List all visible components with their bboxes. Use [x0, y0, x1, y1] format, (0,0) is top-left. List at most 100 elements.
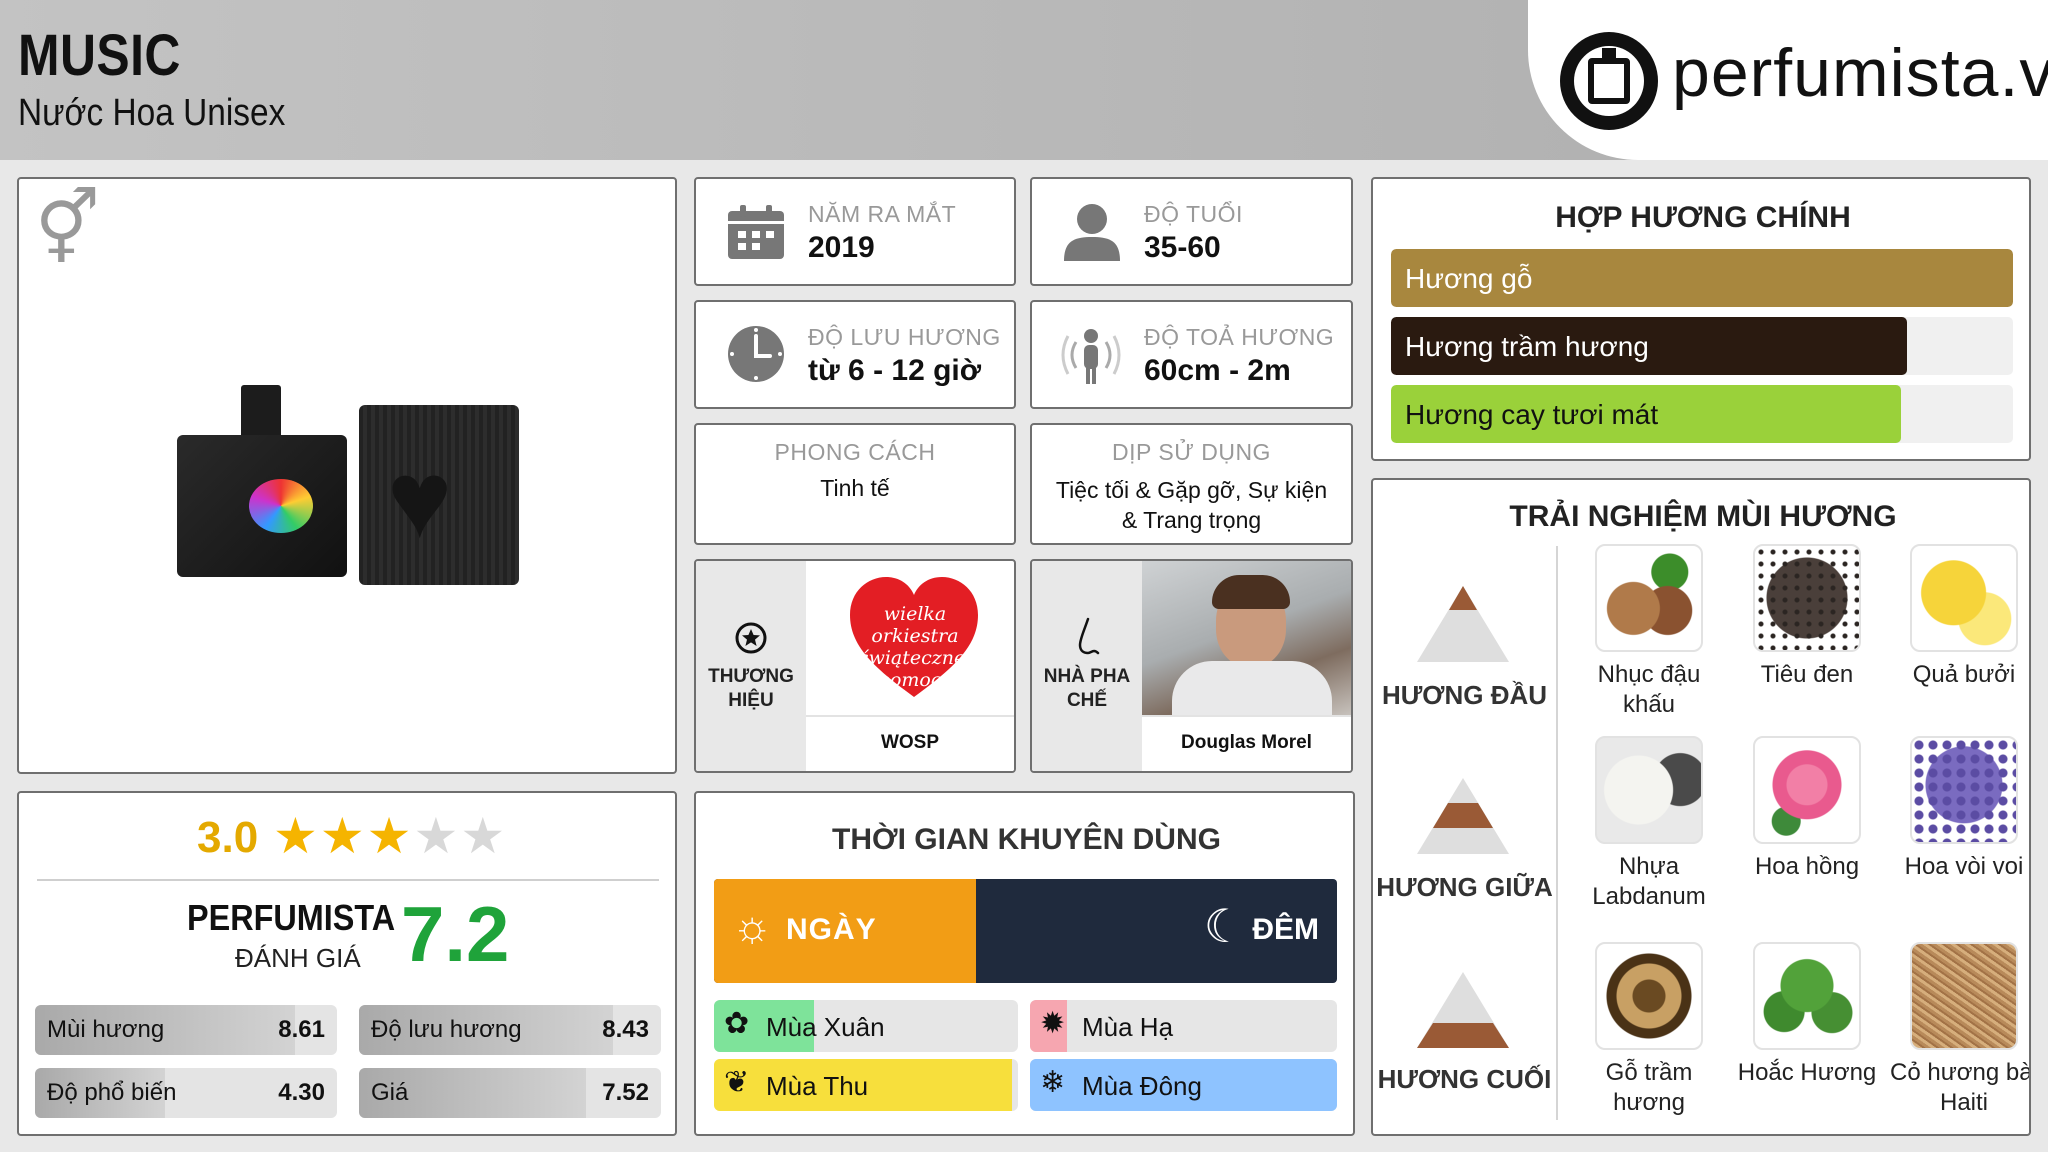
- season-label: Mùa Thu: [766, 1071, 869, 1101]
- note-name: Gỗ trầm hương: [1605, 1059, 1693, 1116]
- tile-label: NĂM RA MẮT: [808, 201, 957, 227]
- tile-value: 60cm - 2m: [1144, 354, 1291, 387]
- accord-label: Hương cay tươi mát: [1405, 399, 1659, 430]
- site-logo-text[interactable]: perfumista.vn: [1672, 34, 2048, 112]
- perfumista-sublabel: ĐÁNH GIÁ: [235, 943, 361, 973]
- clock-icon: [728, 326, 784, 382]
- brand-tile[interactable]: THƯƠNG HIỆU wielka orkiestra świątecznej…: [694, 559, 1016, 773]
- tile-label: ĐỘ LƯU HƯƠNG: [808, 324, 1001, 350]
- snowflake-icon: ❄: [1040, 1066, 1066, 1099]
- metric-label: Độ phổ biến: [47, 1079, 177, 1106]
- day-label: NGÀY: [786, 913, 877, 946]
- tile-label: ĐỘ TUỔI: [1144, 201, 1243, 227]
- accord-label: Hương gỗ: [1405, 263, 1533, 294]
- perfumista-score: 7.2: [401, 890, 510, 978]
- unisex-gender-icon: ⚥: [35, 189, 101, 269]
- season-spring: ✿ Mùa Xuân: [714, 1000, 1018, 1052]
- note-item[interactable]: Gỗ trầm hương: [1574, 942, 1724, 1118]
- projection-person-icon: [1061, 329, 1121, 384]
- season-label: Mùa Hạ: [1082, 1012, 1174, 1042]
- metric-price: Giá 7.52: [359, 1068, 661, 1118]
- metric-popularity: Độ phổ biến 4.30: [35, 1068, 337, 1118]
- longevity-tile: ĐỘ LƯU HƯƠNG từ 6 - 12 giờ: [694, 300, 1016, 409]
- recommended-time-card: THỜI GIAN KHUYÊN DÙNG ☼ NGÀY ☾ ĐÊM ✿ Mùa…: [694, 791, 1355, 1136]
- accord-bar: Hương trầm hương: [1391, 317, 2013, 375]
- tile-value: 35-60: [1144, 231, 1221, 264]
- pyramid-middle-icon: [1417, 778, 1509, 854]
- note-item[interactable]: Hoắc Hương: [1732, 942, 1882, 1088]
- nutmeg-image: [1595, 544, 1703, 652]
- day-night-bar: ☼ NGÀY ☾ ĐÊM: [714, 879, 1337, 983]
- season-summer: ✹ Mùa Hạ: [1030, 1000, 1337, 1052]
- star-empty-icon[interactable]: ★: [413, 808, 460, 864]
- note-name: Hoa vòi voi: [1904, 853, 2024, 880]
- patchouli-image: [1753, 942, 1861, 1050]
- agarwood-image: [1595, 942, 1703, 1050]
- perfumista-label: PERFUMISTA: [187, 897, 396, 938]
- season-label: Mùa Đông: [1082, 1071, 1202, 1101]
- style-tile: PHONG CÁCH Tinh tế: [694, 423, 1016, 545]
- metric-label: Giá: [371, 1079, 409, 1106]
- accord-bar: Hương cay tươi mát: [1391, 385, 2013, 443]
- note-item[interactable]: Quả bưởi: [1889, 544, 2029, 690]
- note-item[interactable]: Nhục đậu khấu Indonesia: [1574, 544, 1724, 724]
- release-year-tile: NĂM RA MẮT 2019: [694, 177, 1016, 286]
- user-icon: [1064, 204, 1120, 261]
- metric-label: Mùi hương: [47, 1016, 165, 1043]
- perfume-bottle-logo-icon[interactable]: [1560, 32, 1658, 130]
- perfumer-name[interactable]: Douglas Morel: [1142, 715, 1351, 771]
- perfumer-tile[interactable]: NHÀ PHA CHẾ Douglas Morel: [1030, 559, 1353, 773]
- note-name: Hoắc Hương: [1737, 1059, 1877, 1086]
- metric-value: 8.43: [602, 1016, 649, 1043]
- moon-icon: ☾: [1203, 900, 1245, 952]
- flower-icon: ✿: [724, 1007, 750, 1040]
- star-rating[interactable]: ★★★★★: [273, 811, 507, 861]
- scent-pyramid-card: TRẢI NGHIỆM MÙI HƯƠNG HƯƠNG ĐẦU HƯƠNG GI…: [1371, 478, 2031, 1136]
- note-name: Hoa hồng: [1754, 853, 1860, 880]
- sillage-tile: ĐỘ TOẢ HƯƠNG 60cm - 2m: [1030, 300, 1353, 409]
- section-title: HỢP HƯƠNG CHÍNH: [1555, 201, 1851, 234]
- section-title: TRẢI NGHIỆM MÙI HƯƠNG: [1509, 500, 1897, 533]
- metric-label: Độ lưu hương: [371, 1016, 522, 1043]
- labdanum-image: [1595, 736, 1703, 844]
- note-item[interactable]: Tiêu đen: [1732, 544, 1882, 690]
- star-filled-icon[interactable]: ★: [273, 808, 320, 864]
- bottle-heart-label: [249, 479, 313, 533]
- base-notes-label: HƯƠNG CUỐI: [1377, 1064, 1552, 1094]
- occasion-tile: DỊP SỬ DỤNG Tiệc tối & Gặp gỡ, Sự kiện &…: [1030, 423, 1353, 545]
- heliotrope-image: [1910, 736, 2018, 844]
- tile-label: PHONG CÁCH: [774, 439, 936, 465]
- leaf-icon: ❦: [724, 1066, 750, 1099]
- star-filled-icon[interactable]: ★: [367, 808, 414, 864]
- age-tile: ĐỘ TUỔI 35-60: [1030, 177, 1353, 286]
- divider: [1556, 546, 1558, 1120]
- black-pepper-image: [1753, 544, 1861, 652]
- grapefruit-image: [1910, 544, 2018, 652]
- product-image-card: ⚥ ♥: [17, 177, 677, 774]
- divider: [37, 879, 659, 881]
- night-label: ĐÊM: [1252, 913, 1319, 946]
- product-bottle-cap: [241, 385, 281, 441]
- note-name: Nhựa Labdanum Pháp: [1592, 853, 1706, 916]
- vetiver-image: [1910, 942, 2018, 1050]
- accord-label: Hương trầm hương: [1405, 331, 1649, 362]
- tile-value: Tinh tế: [820, 475, 890, 501]
- sun-icon: ☼: [732, 902, 773, 951]
- main-accords-card: HỢP HƯƠNG CHÍNH Hương gỗ Hương trầm hươn…: [1371, 177, 2031, 461]
- rating-card: 3.0 ★★★★★ PERFUMISTA ĐÁNH GIÁ 7.2 Mùi hư…: [17, 791, 677, 1136]
- nose-icon: [1078, 617, 1100, 655]
- note-item[interactable]: Hoa hồng: [1732, 736, 1882, 882]
- note-item[interactable]: Hoa vòi voi: [1889, 736, 2029, 882]
- perfumer-photo: [1142, 561, 1351, 721]
- middle-notes-label: HƯƠNG GIỮA: [1376, 872, 1553, 902]
- note-name: Tiêu đen: [1760, 661, 1854, 688]
- brand-name[interactable]: WOSP: [806, 715, 1014, 771]
- page-title: MUSIC: [18, 23, 181, 88]
- season-label: Mùa Xuân: [766, 1012, 885, 1042]
- star-empty-icon[interactable]: ★: [460, 808, 507, 864]
- star-filled-icon[interactable]: ★: [320, 808, 367, 864]
- calendar-icon: [728, 205, 784, 259]
- note-item[interactable]: Cỏ hương bài Haiti: [1889, 942, 2029, 1118]
- rose-image: [1753, 736, 1861, 844]
- note-item[interactable]: Nhựa Labdanum Pháp: [1574, 736, 1724, 916]
